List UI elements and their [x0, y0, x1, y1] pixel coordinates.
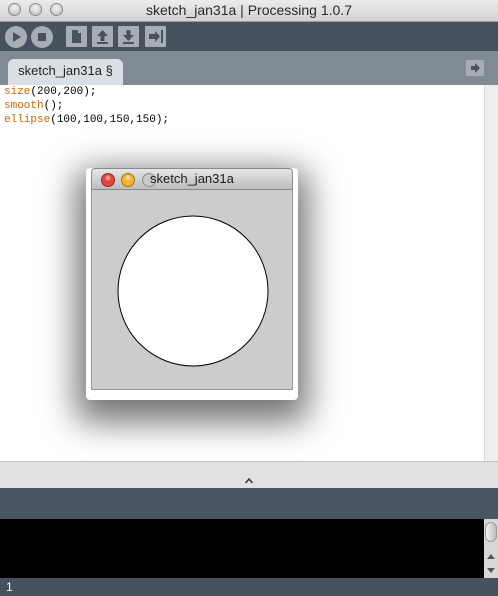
scroll-up-icon[interactable] — [484, 552, 498, 562]
open-button[interactable] — [92, 26, 113, 47]
code-args: (200,200); — [30, 86, 97, 98]
ellipse-shape — [117, 215, 269, 367]
code-args: (); — [43, 100, 64, 112]
message-area — [0, 488, 498, 519]
editor-scrollbar[interactable] — [484, 85, 498, 461]
code-line: size(200,200); — [4, 85, 96, 99]
console-scrollbar[interactable] — [484, 519, 498, 578]
window-title: sketch_jan31a | Processing 1.0.7 — [146, 2, 352, 18]
status-bar: 1 — [0, 578, 498, 596]
sketch-canvas[interactable] — [91, 190, 293, 390]
export-icon — [149, 30, 163, 43]
scroll-down-icon[interactable] — [484, 565, 498, 575]
sketch-window-title: sketch_jan31a — [150, 171, 234, 186]
code-line: smooth(); — [4, 99, 63, 113]
console[interactable] — [0, 519, 484, 578]
code-keyword: size — [4, 86, 31, 98]
tab-sketch[interactable]: sketch_jan31a § — [8, 59, 123, 85]
play-icon — [13, 32, 21, 42]
new-button[interactable] — [66, 26, 87, 47]
stop-icon — [38, 33, 46, 41]
code-keyword: ellipse — [4, 114, 51, 126]
code-line: ellipse(100,100,150,150); — [4, 113, 169, 127]
run-button[interactable] — [5, 26, 27, 48]
sketch-render — [117, 215, 269, 367]
document-icon — [72, 30, 81, 43]
scroll-thumb[interactable] — [485, 522, 497, 542]
pane-divider[interactable] — [0, 461, 498, 488]
arrow-down-icon — [123, 30, 134, 44]
export-button[interactable] — [145, 26, 166, 47]
chevron-up-icon[interactable] — [244, 477, 254, 485]
arrow-right-icon — [471, 63, 480, 73]
arrow-up-icon — [97, 30, 108, 44]
stop-button[interactable] — [31, 26, 53, 48]
tab-menu-button[interactable] — [466, 60, 484, 76]
code-keyword: smooth — [4, 100, 44, 112]
line-number: 1 — [6, 580, 13, 594]
save-button[interactable] — [118, 26, 139, 47]
code-args: (100,100,150,150); — [50, 114, 170, 126]
toolbar — [0, 22, 498, 51]
